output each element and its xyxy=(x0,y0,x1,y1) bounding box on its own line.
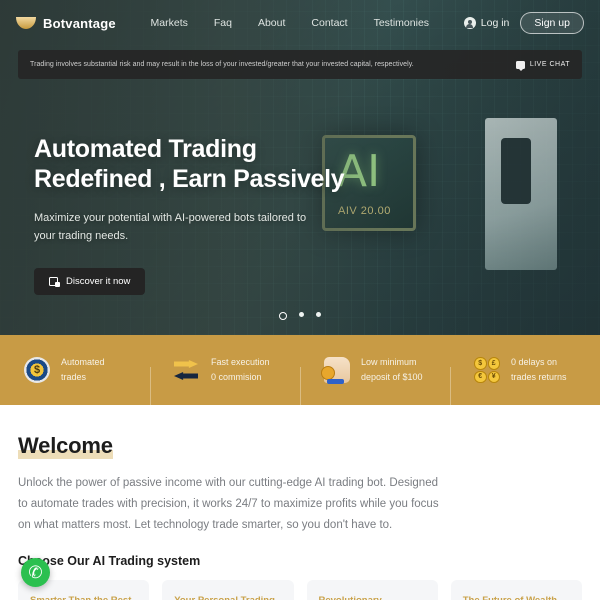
feature-line2: trades returns xyxy=(511,372,567,382)
card-title: Smarter Than the Rest xyxy=(30,595,137,600)
login-button[interactable]: Log in xyxy=(463,17,510,29)
feature-text: Automated trades xyxy=(61,355,105,385)
feature-zero-delays: $ £ € ¥ 0 delays on trades returns xyxy=(450,355,600,407)
brand-name: Botvantage xyxy=(43,15,116,31)
hero-copy: Automated Trading Redefined , Earn Passi… xyxy=(0,79,600,296)
hero-section: Botvantage Markets Faq About Contact Tes… xyxy=(0,0,600,335)
signup-button[interactable]: Sign up xyxy=(520,12,584,34)
feature-card[interactable]: Your Personal Trading xyxy=(162,579,294,600)
welcome-body-text: Unlock the power of passive income with … xyxy=(18,477,439,531)
nav-item-about[interactable]: About xyxy=(258,17,285,29)
live-chat-button[interactable]: LIVE CHAT xyxy=(515,60,570,71)
carousel-dots xyxy=(0,312,600,320)
two-arrows-icon xyxy=(174,357,200,383)
carousel-dot-3[interactable] xyxy=(316,312,321,317)
feature-strip: Automated trades Fast execution 0 commis… xyxy=(0,335,600,407)
coin-usd: $ xyxy=(474,357,487,370)
hero-title-line2: Redefined , Earn Passively xyxy=(34,165,345,194)
hand-coin-icon xyxy=(321,357,350,384)
carousel-dot-2[interactable] xyxy=(299,312,304,317)
live-chat-label: LIVE CHAT xyxy=(529,61,570,68)
feature-text: Low minimum deposit of $100 xyxy=(361,355,423,385)
cta-label: Discover it now xyxy=(66,276,131,288)
chat-bubble-icon xyxy=(515,60,525,71)
coin-jpy: ¥ xyxy=(487,370,500,383)
feature-fast-execution: Fast execution 0 commision xyxy=(150,355,300,407)
risk-disclaimer-bar: Trading involves substantial risk and ma… xyxy=(18,50,582,79)
feature-low-minimum-deposit: Low minimum deposit of $100 xyxy=(300,355,450,407)
disclaimer-text: Trading involves substantial risk and ma… xyxy=(30,61,414,68)
discover-it-now-button[interactable]: Discover it now xyxy=(34,268,146,296)
whatsapp-glyph: ✆ xyxy=(28,563,43,582)
swoosh-logo-icon xyxy=(16,17,36,29)
feature-card[interactable]: The Future of Wealth xyxy=(450,579,582,600)
nav-item-markets[interactable]: Markets xyxy=(151,17,188,29)
feature-line1: 0 delays on xyxy=(511,357,558,368)
feature-line1: Low minimum xyxy=(361,357,417,368)
hero-subtitle: Maximize your potential with AI-powered … xyxy=(34,211,307,243)
nav-item-testimonies[interactable]: Testimonies xyxy=(374,17,429,29)
feature-card-grid: Smarter Than the Rest Your Personal Trad… xyxy=(18,579,582,600)
feature-line2: deposit of $100 xyxy=(361,372,423,382)
coin-gbp: £ xyxy=(487,357,500,370)
nav-item-faq[interactable]: Faq xyxy=(214,17,232,29)
feature-text: Fast execution 0 commision xyxy=(211,355,270,385)
top-navbar: Botvantage Markets Faq About Contact Tes… xyxy=(0,0,600,46)
card-title: The Future of Wealth xyxy=(463,595,570,600)
welcome-heading: Welcome xyxy=(18,433,113,458)
target-coin-icon xyxy=(24,357,50,383)
login-label: Log in xyxy=(480,17,510,29)
choose-system-section: Choose Our AI Trading system Smarter Tha… xyxy=(0,536,600,600)
four-coins-icon: $ £ € ¥ xyxy=(474,357,500,383)
nav-item-contact[interactable]: Contact xyxy=(311,17,347,29)
carousel-dot-1[interactable] xyxy=(279,312,287,320)
card-title: Your Personal Trading xyxy=(174,595,281,600)
feature-line2: 0 commision xyxy=(211,372,262,382)
hero-title-line1: Automated Trading xyxy=(34,135,257,163)
feature-automated-trades: Automated trades xyxy=(0,355,150,385)
coin-eur: € xyxy=(474,370,487,383)
brand-logo[interactable]: Botvantage xyxy=(16,16,116,31)
window-icon xyxy=(49,277,60,288)
user-icon xyxy=(463,17,476,29)
nav-links: Markets Faq About Contact Testimonies xyxy=(151,17,430,29)
welcome-section: Welcome Unlock the power of passive inco… xyxy=(0,405,600,536)
feature-text: 0 delays on trades returns xyxy=(511,355,567,385)
card-title: Revolutionary Simplicity xyxy=(319,595,426,600)
feature-line1: Fast execution xyxy=(211,357,270,368)
feature-line2: trades xyxy=(61,372,87,382)
whatsapp-icon[interactable]: ✆ xyxy=(21,558,50,587)
choose-system-heading: Choose Our AI Trading system xyxy=(18,553,201,568)
feature-line1: Automated xyxy=(61,357,105,368)
nav-actions: Log in Sign up xyxy=(463,12,584,34)
hero-title: Automated Trading Redefined , Earn Passi… xyxy=(34,134,600,195)
feature-card[interactable]: Revolutionary Simplicity xyxy=(306,579,438,600)
